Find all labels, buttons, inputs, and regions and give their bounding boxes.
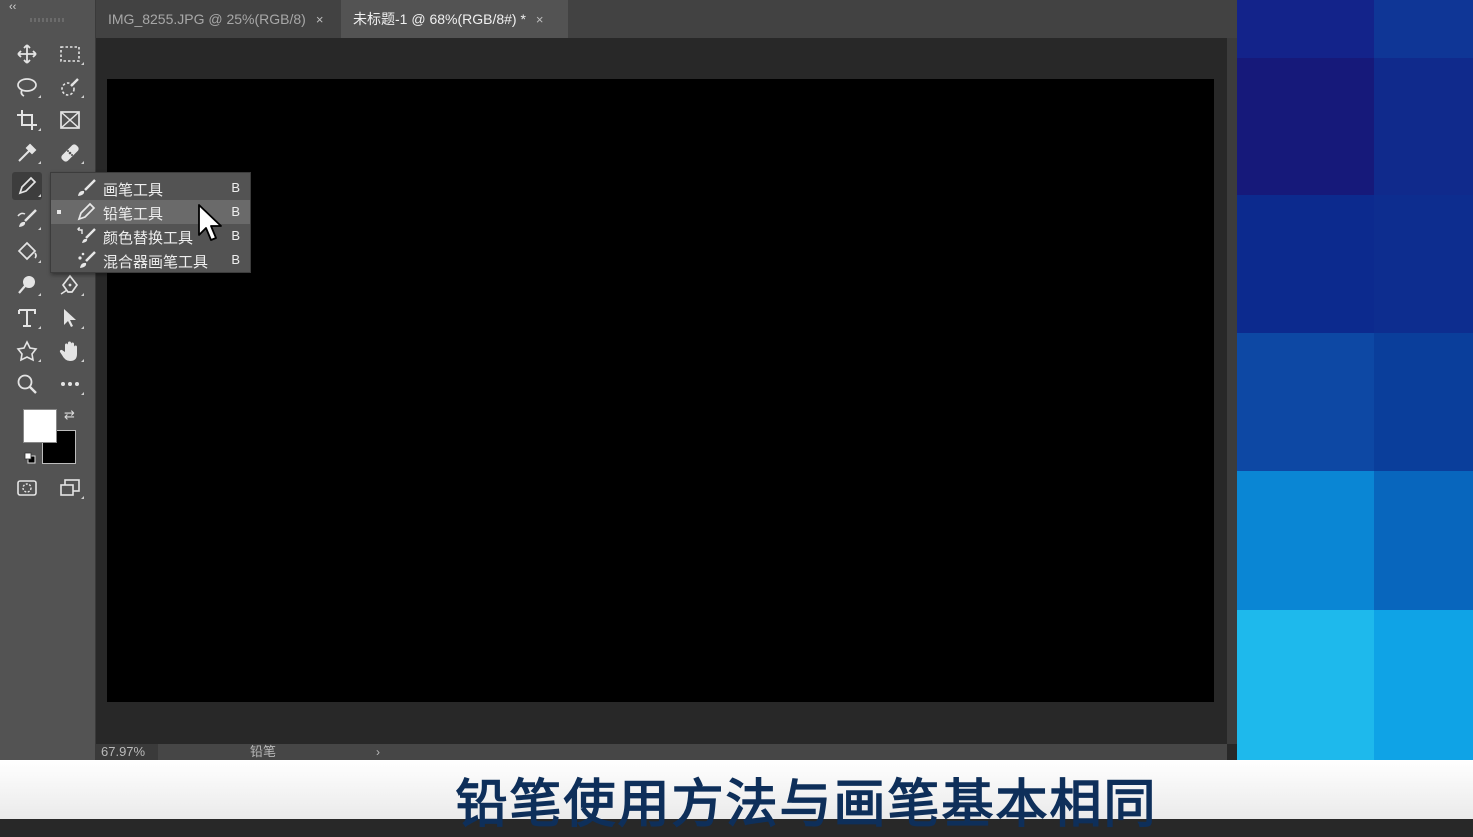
document-tabs: IMG_8255.JPG @ 25%(RGB/8) × 未标题-1 @ 68%(… <box>96 0 1237 38</box>
tab-untitled-1[interactable]: 未标题-1 @ 68%(RGB/8#) * × <box>341 0 568 38</box>
shortcut-key: B <box>231 252 240 267</box>
healing-tool[interactable] <box>55 139 85 167</box>
zoom-tool[interactable] <box>12 370 42 398</box>
vertical-scrollbar[interactable] <box>1227 38 1237 744</box>
status-menu-arrow-icon[interactable]: › <box>376 744 380 760</box>
shortcut-key: B <box>231 204 240 219</box>
foreground-color-swatch[interactable] <box>23 409 57 443</box>
zoom-level-field[interactable]: 67.97% <box>96 744 158 760</box>
quick-select-tool[interactable] <box>55 73 85 101</box>
document-canvas[interactable] <box>107 79 1214 702</box>
video-caption: 铅笔使用方法与画笔基本相同 <box>455 775 1158 835</box>
swap-colors-icon[interactable]: ⇄ <box>64 407 75 423</box>
paint-bucket-icon <box>17 241 37 261</box>
tab-label: IMG_8255.JPG @ 25%(RGB/8) <box>108 11 306 27</box>
rect-marquee-icon <box>60 46 80 62</box>
hand-icon <box>59 341 77 361</box>
crop-icon <box>17 110 37 130</box>
selected-indicator <box>57 210 61 214</box>
tab-label: 未标题-1 @ 68%(RGB/8#) * <box>353 11 526 27</box>
tab-img-8255[interactable]: IMG_8255.JPG @ 25%(RGB/8) × <box>96 0 341 38</box>
eyedropper-icon <box>18 143 37 162</box>
pencil-icon <box>18 176 37 195</box>
mixer-brush-icon <box>78 251 96 268</box>
more-tools[interactable] <box>55 370 85 398</box>
eyedropper-tool[interactable] <box>12 139 42 167</box>
shortcut-key: B <box>231 228 240 243</box>
history-brush-icon <box>17 209 37 227</box>
type-tool[interactable] <box>12 304 42 332</box>
marquee-tool[interactable] <box>55 40 85 68</box>
dodge-tool[interactable] <box>12 271 42 299</box>
status-bar: 67.97% 铅笔 › <box>96 744 1227 760</box>
quick-mask-icon <box>17 480 37 496</box>
blue-side-graphic <box>1237 0 1473 760</box>
frame-tool[interactable] <box>55 106 85 134</box>
close-icon[interactable]: × <box>536 12 544 27</box>
quick-mask[interactable] <box>12 474 42 502</box>
ellipsis-icon <box>61 382 79 386</box>
flyout-item-brush[interactable]: 画笔工具 B <box>51 176 250 200</box>
move-tool[interactable] <box>12 40 42 68</box>
flyout-item-mixer-brush[interactable]: 混合器画笔工具 B <box>51 248 250 272</box>
zoom-icon <box>17 374 37 394</box>
collapse-panel-icon[interactable]: ‹‹ <box>9 1 16 13</box>
shape-tool[interactable] <box>12 337 42 365</box>
type-icon <box>18 309 36 327</box>
mouse-cursor-icon <box>198 204 222 241</box>
lasso-icon <box>17 78 37 97</box>
custom-shape-icon <box>16 340 38 362</box>
bandage-icon <box>61 144 79 162</box>
brush-icon <box>78 179 96 196</box>
shortcut-key: B <box>231 180 240 195</box>
dodge-icon <box>18 276 35 294</box>
arrow-icon <box>64 309 76 327</box>
screen-mode-icon <box>60 479 80 496</box>
flyout-item-label: 混合器画笔工具 <box>103 254 209 271</box>
panel-grip[interactable] <box>30 18 64 22</box>
path-select-tool[interactable] <box>55 304 85 332</box>
close-icon[interactable]: × <box>316 12 324 27</box>
flyout-item-label: 铅笔工具 <box>103 206 164 223</box>
hand-tool[interactable] <box>55 337 85 365</box>
quick-select-icon <box>61 78 79 96</box>
screen-mode[interactable] <box>55 474 85 502</box>
frame-icon <box>60 111 80 129</box>
pen-tool[interactable] <box>55 271 85 299</box>
lasso-tool[interactable] <box>12 73 42 101</box>
flyout-item-label: 画笔工具 <box>103 182 164 199</box>
paint-bucket-tool[interactable] <box>12 238 42 266</box>
history-brush-tool[interactable] <box>12 205 42 233</box>
crop-tool[interactable] <box>12 106 42 134</box>
tools-panel: ‹‹ ⇄ <box>0 0 96 760</box>
pencil-icon <box>77 202 96 221</box>
color-replace-icon <box>77 227 96 243</box>
move-icon <box>17 44 37 64</box>
pencil-tool[interactable] <box>12 172 42 200</box>
flyout-item-label: 颜色替换工具 <box>103 230 194 247</box>
pen-icon <box>60 274 79 295</box>
status-doc-info: 铅笔 <box>250 744 277 759</box>
default-colors-icon[interactable] <box>24 452 36 464</box>
